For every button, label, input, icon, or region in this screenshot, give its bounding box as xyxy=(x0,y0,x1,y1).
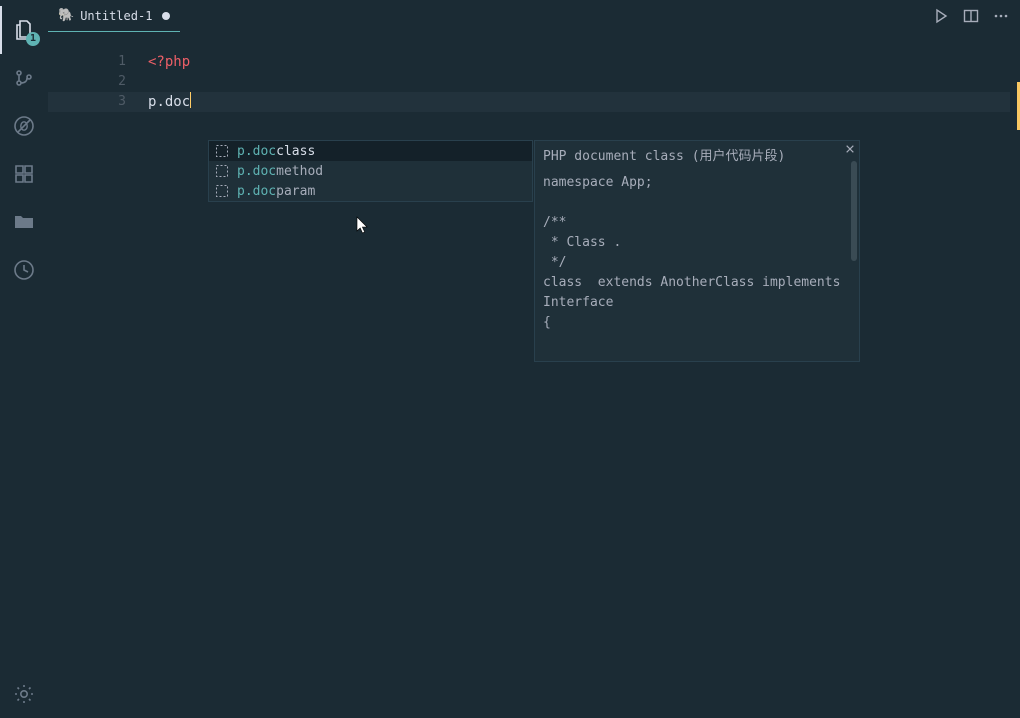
mouse-cursor-icon xyxy=(356,216,370,240)
suggest-item[interactable]: p.docmethod xyxy=(209,161,532,181)
history-icon xyxy=(12,258,36,282)
snippet-icon xyxy=(215,184,229,198)
suggest-text: class xyxy=(276,144,315,159)
extensions-icon xyxy=(12,162,36,186)
activity-extensions[interactable] xyxy=(0,150,48,198)
dirty-indicator-icon xyxy=(162,12,170,20)
suggest-item[interactable]: p.docclass xyxy=(209,141,532,161)
ellipsis-icon xyxy=(993,8,1009,24)
line-number: 2 xyxy=(48,72,148,92)
suggest-widget[interactable]: p.docclass p.docmethod p.docparam xyxy=(208,140,533,202)
text-cursor xyxy=(190,92,191,108)
activity-settings[interactable] xyxy=(0,670,48,718)
tab-untitled-1[interactable]: 🐘 Untitled-1 xyxy=(48,0,180,32)
play-icon xyxy=(933,8,949,24)
code-text: doc xyxy=(165,94,190,110)
close-details-button[interactable] xyxy=(845,143,855,157)
folder-icon xyxy=(12,210,36,234)
no-bug-icon xyxy=(12,114,36,138)
suggest-text: method xyxy=(276,164,323,179)
snippet-icon xyxy=(215,144,229,158)
php-file-icon: 🐘 xyxy=(58,8,74,23)
gear-icon xyxy=(12,682,36,706)
editor-group: 🐘 Untitled-1 xyxy=(48,0,1020,718)
scrollbar-thumb[interactable] xyxy=(851,161,857,261)
tabs-row: 🐘 Untitled-1 xyxy=(48,0,1020,32)
split-editor-button[interactable] xyxy=(958,3,984,29)
activity-source-control[interactable] xyxy=(0,54,48,102)
line-number: 1 xyxy=(48,52,148,72)
close-icon xyxy=(845,144,855,154)
source-control-icon xyxy=(12,66,36,90)
more-actions-button[interactable] xyxy=(988,3,1014,29)
run-button[interactable] xyxy=(928,3,954,29)
activity-explorer[interactable]: 1 xyxy=(0,6,48,54)
details-title: PHP document class (用户代码片段) xyxy=(543,147,851,167)
suggest-match: p.doc xyxy=(237,184,276,199)
line-number-gutter: 1 2 3 xyxy=(48,52,148,112)
editor[interactable]: 1 2 3 <?php p.doc p.docclass p. xyxy=(48,32,1020,718)
code-text: <?php xyxy=(148,54,190,70)
snippet-icon xyxy=(215,164,229,178)
explorer-badge: 1 xyxy=(26,32,40,46)
tab-title: Untitled-1 xyxy=(80,9,152,23)
suggest-item[interactable]: p.docparam xyxy=(209,181,532,201)
code-area[interactable]: <?php p.doc xyxy=(148,52,1020,112)
activity-debug[interactable] xyxy=(0,102,48,150)
suggest-match: p.doc xyxy=(237,164,276,179)
suggest-details: PHP document class (用户代码片段) namespace Ap… xyxy=(534,140,860,362)
suggest-text: param xyxy=(276,184,315,199)
suggest-match: p.doc xyxy=(237,144,276,159)
details-body: namespace App; /** * Class . */ class ex… xyxy=(543,173,851,333)
activity-folder[interactable] xyxy=(0,198,48,246)
activity-bar: 1 xyxy=(0,0,48,718)
code-text: . xyxy=(156,94,164,110)
activity-timeline[interactable] xyxy=(0,246,48,294)
line-number: 3 xyxy=(48,92,148,112)
app-root: 1 🐘 Untitled-1 xyxy=(0,0,1020,718)
editor-actions xyxy=(928,0,1020,32)
split-icon xyxy=(963,8,979,24)
